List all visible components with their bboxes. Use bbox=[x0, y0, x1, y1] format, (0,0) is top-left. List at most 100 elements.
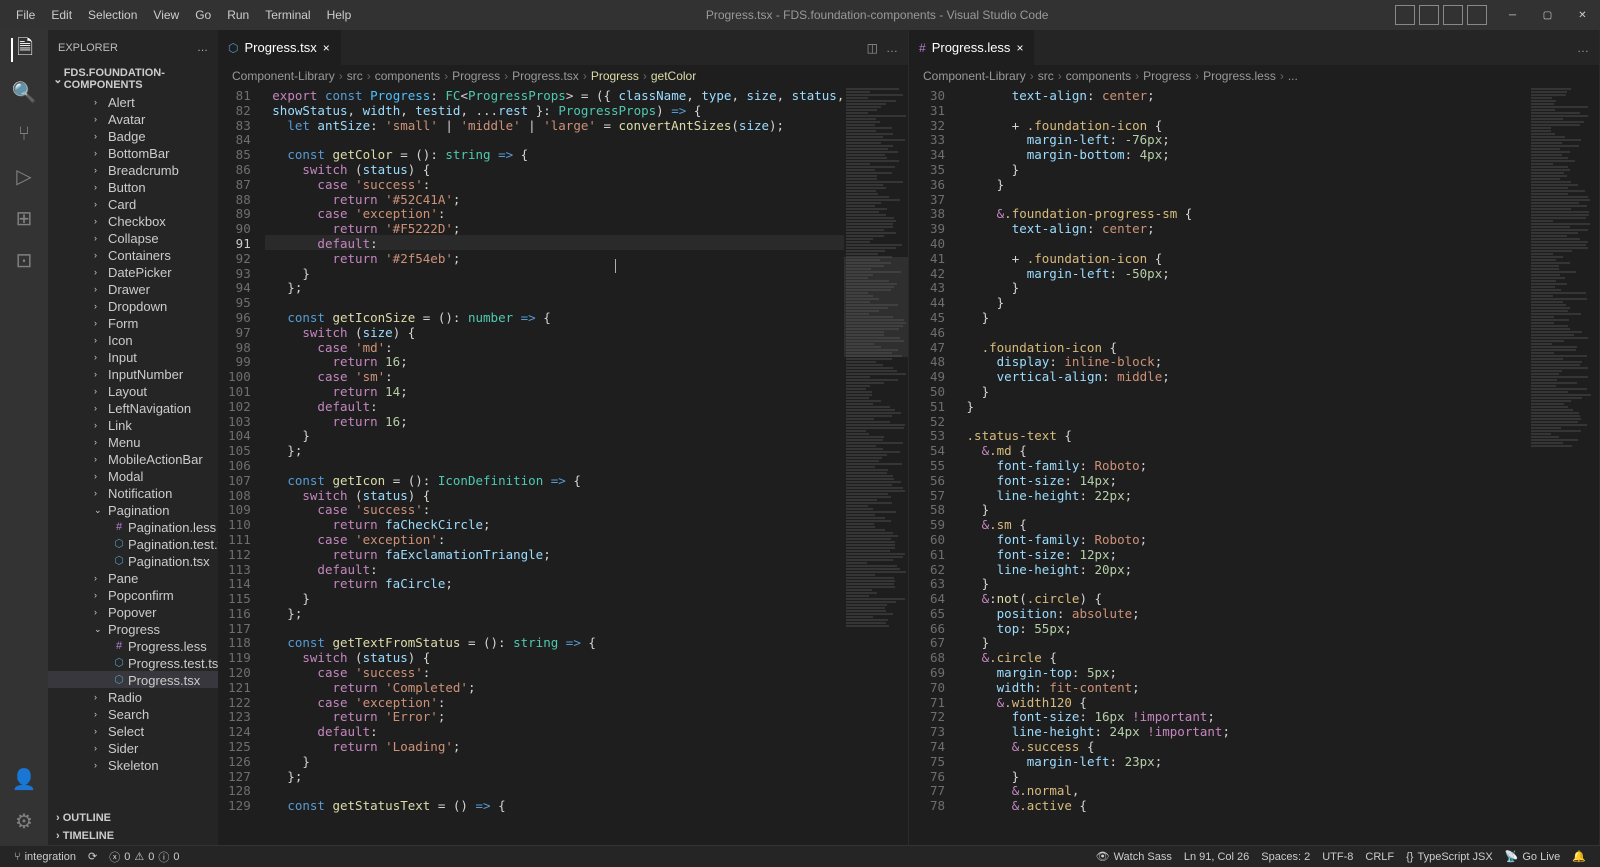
folder-containers[interactable]: ›Containers bbox=[48, 246, 218, 263]
files-icon[interactable]: 🗎 bbox=[11, 38, 35, 62]
menu-help[interactable]: Help bbox=[319, 0, 360, 30]
folder-collapse[interactable]: ›Collapse bbox=[48, 229, 218, 246]
menu-go[interactable]: Go bbox=[187, 0, 219, 30]
menu-edit[interactable]: Edit bbox=[43, 0, 80, 30]
menu-terminal[interactable]: Terminal bbox=[257, 0, 318, 30]
breadcrumb-segment[interactable]: Progress bbox=[591, 69, 639, 83]
breadcrumb-segment[interactable]: Progress.less bbox=[1203, 69, 1276, 83]
folder-pane[interactable]: ›Pane bbox=[48, 569, 218, 586]
folder-progress[interactable]: ⌄Progress bbox=[48, 620, 218, 637]
folder-button[interactable]: ›Button bbox=[48, 178, 218, 195]
source-control-icon[interactable]: ⑂ bbox=[12, 122, 36, 146]
breadcrumb-segment[interactable]: Progress bbox=[1143, 69, 1191, 83]
menu-run[interactable]: Run bbox=[219, 0, 257, 30]
folder-popconfirm[interactable]: ›Popconfirm bbox=[48, 586, 218, 603]
explorer-title: EXPLORER bbox=[58, 42, 118, 54]
folder-bottombar[interactable]: ›BottomBar bbox=[48, 144, 218, 161]
folder-datepicker[interactable]: ›DatePicker bbox=[48, 263, 218, 280]
more-icon[interactable]: … bbox=[197, 42, 208, 54]
watch-sass[interactable]: 👁 Watch Sass bbox=[1090, 846, 1178, 867]
notifications-icon[interactable]: 🔔 bbox=[1566, 846, 1592, 867]
close-tab-icon[interactable]: × bbox=[323, 41, 330, 55]
folder-badge[interactable]: ›Badge bbox=[48, 127, 218, 144]
debug-icon[interactable]: ▷ bbox=[12, 164, 36, 188]
folder-search[interactable]: ›Search bbox=[48, 705, 218, 722]
extensions-icon[interactable]: ⊞ bbox=[12, 206, 36, 230]
folder-radio[interactable]: ›Radio bbox=[48, 688, 218, 705]
folder-skeleton[interactable]: ›Skeleton bbox=[48, 756, 218, 773]
folder-mobileactionbar[interactable]: ›MobileActionBar bbox=[48, 450, 218, 467]
editor-group-1: ⬡ Progress.tsx × ◫ … Component-Library›s… bbox=[218, 30, 909, 845]
folder-pagination[interactable]: ⌄Pagination bbox=[48, 501, 218, 518]
folder-modal[interactable]: ›Modal bbox=[48, 467, 218, 484]
folder-menu[interactable]: ›Menu bbox=[48, 433, 218, 450]
folder-popover[interactable]: ›Popover bbox=[48, 603, 218, 620]
folder-checkbox[interactable]: ›Checkbox bbox=[48, 212, 218, 229]
git-branch[interactable]: ⑂ integration bbox=[8, 846, 82, 867]
encoding[interactable]: UTF-8 bbox=[1316, 846, 1359, 867]
split-editor-icon[interactable]: ◫ bbox=[867, 41, 878, 55]
folder-select[interactable]: ›Select bbox=[48, 722, 218, 739]
outline-section[interactable]: › OUTLINE bbox=[48, 809, 218, 827]
project-header[interactable]: ⌄FDS.FOUNDATION-COMPONENTS bbox=[48, 65, 218, 93]
folder-link[interactable]: ›Link bbox=[48, 416, 218, 433]
folder-icon[interactable]: ›Icon bbox=[48, 331, 218, 348]
search-icon[interactable]: 🔍 bbox=[12, 80, 36, 104]
file-progress.test.tsx[interactable]: ⬡Progress.test.tsx bbox=[48, 654, 218, 671]
go-live[interactable]: 📡 Go Live bbox=[1499, 846, 1567, 867]
breadcrumb-segment[interactable]: components bbox=[1066, 69, 1131, 83]
settings-icon[interactable]: ⚙ bbox=[12, 809, 36, 833]
breadcrumb-segment[interactable]: getColor bbox=[651, 69, 696, 83]
folder-avatar[interactable]: ›Avatar bbox=[48, 110, 218, 127]
file-pagination.tsx[interactable]: ⬡Pagination.tsx bbox=[48, 552, 218, 569]
folder-sider[interactable]: ›Sider bbox=[48, 739, 218, 756]
folder-form[interactable]: ›Form bbox=[48, 314, 218, 331]
folder-notification[interactable]: ›Notification bbox=[48, 484, 218, 501]
minimap[interactable] bbox=[844, 87, 908, 845]
sync-status[interactable]: ⟳ bbox=[82, 846, 103, 867]
indentation[interactable]: Spaces: 2 bbox=[1255, 846, 1316, 867]
folder-breadcrumb[interactable]: ›Breadcrumb bbox=[48, 161, 218, 178]
file-pagination.test.tsx[interactable]: ⬡Pagination.test.tsx bbox=[48, 535, 218, 552]
breadcrumb-segment[interactable]: Progress bbox=[452, 69, 500, 83]
maximize-button[interactable]: ▢ bbox=[1530, 0, 1565, 30]
folder-layout[interactable]: ›Layout bbox=[48, 382, 218, 399]
breadcrumb-segment[interactable]: Component-Library bbox=[232, 69, 335, 83]
breadcrumb-segment[interactable]: Progress.tsx bbox=[512, 69, 579, 83]
eol[interactable]: CRLF bbox=[1359, 846, 1400, 867]
folder-inputnumber[interactable]: ›InputNumber bbox=[48, 365, 218, 382]
file-pagination.less[interactable]: #Pagination.less bbox=[48, 518, 218, 535]
tab-progress-tsx[interactable]: ⬡ Progress.tsx × bbox=[218, 30, 341, 65]
editor-more-icon[interactable]: … bbox=[886, 41, 898, 55]
testing-icon[interactable]: ⊡ bbox=[12, 248, 36, 272]
menu-view[interactable]: View bbox=[145, 0, 187, 30]
problems-status[interactable]: ⓧ 0 ⚠ 0 ⓘ 0 bbox=[103, 846, 185, 867]
file-progress.tsx[interactable]: ⬡Progress.tsx bbox=[48, 671, 218, 688]
tab-progress-less[interactable]: # Progress.less × bbox=[909, 30, 1034, 65]
editor-more-icon[interactable]: … bbox=[1577, 41, 1589, 55]
folder-card[interactable]: ›Card bbox=[48, 195, 218, 212]
breadcrumb-segment[interactable]: Component-Library bbox=[923, 69, 1026, 83]
file-progress.less[interactable]: #Progress.less bbox=[48, 637, 218, 654]
folder-input[interactable]: ›Input bbox=[48, 348, 218, 365]
folder-leftnavigation[interactable]: ›LeftNavigation bbox=[48, 399, 218, 416]
folder-alert[interactable]: ›Alert bbox=[48, 93, 218, 110]
breadcrumb-segment[interactable]: components bbox=[375, 69, 440, 83]
menu-file[interactable]: File bbox=[8, 0, 43, 30]
minimize-button[interactable]: ─ bbox=[1495, 0, 1530, 30]
folder-dropdown[interactable]: ›Dropdown bbox=[48, 297, 218, 314]
close-tab-icon[interactable]: × bbox=[1016, 41, 1023, 55]
close-button[interactable]: ✕ bbox=[1565, 0, 1600, 30]
breadcrumb-segment[interactable]: src bbox=[347, 69, 363, 83]
breadcrumb-segment[interactable]: src bbox=[1038, 69, 1054, 83]
account-icon[interactable]: 👤 bbox=[12, 767, 36, 791]
timeline-section[interactable]: › TIMELINE bbox=[48, 827, 218, 845]
breadcrumb-segment[interactable]: ... bbox=[1288, 69, 1298, 83]
menu-selection[interactable]: Selection bbox=[80, 0, 145, 30]
folder-drawer[interactable]: ›Drawer bbox=[48, 280, 218, 297]
cursor-position[interactable]: Ln 91, Col 26 bbox=[1178, 846, 1255, 867]
title-bar: FileEditSelectionViewGoRunTerminalHelp P… bbox=[0, 0, 1600, 30]
layout-controls[interactable] bbox=[1395, 5, 1487, 25]
minimap[interactable] bbox=[1529, 87, 1599, 845]
language-mode[interactable]: {} TypeScript JSX bbox=[1400, 846, 1499, 867]
